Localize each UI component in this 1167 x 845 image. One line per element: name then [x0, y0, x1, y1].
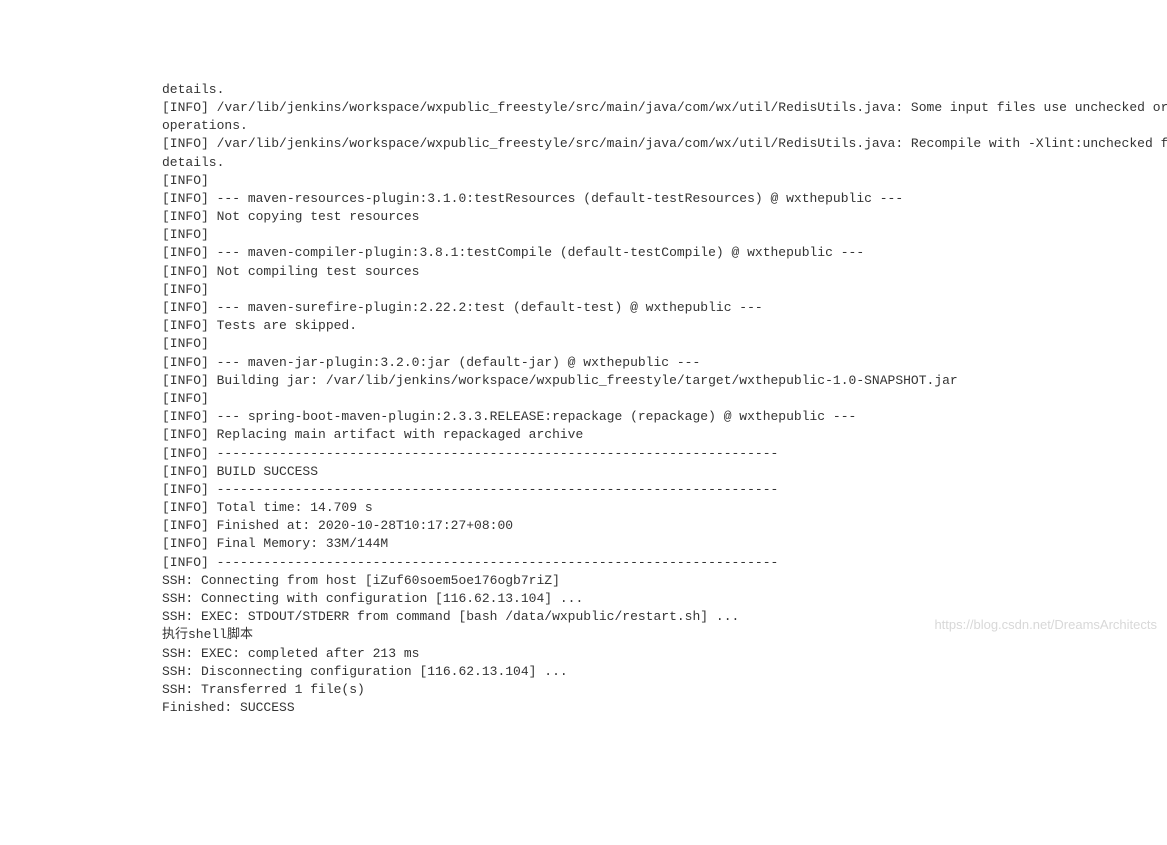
- console-line: SSH: EXEC: completed after 213 ms: [162, 645, 1167, 663]
- console-line: [INFO] BUILD SUCCESS: [162, 463, 1167, 481]
- console-line: [INFO] ---------------------------------…: [162, 445, 1167, 463]
- console-line: [INFO] ---------------------------------…: [162, 481, 1167, 499]
- console-line: [INFO] Not compiling test sources: [162, 263, 1167, 281]
- console-line: [INFO] ---------------------------------…: [162, 554, 1167, 572]
- console-line: [INFO]: [162, 390, 1167, 408]
- console-line: details.: [162, 81, 1167, 99]
- console-line: [INFO] Total time: 14.709 s: [162, 499, 1167, 517]
- console-line: [INFO] Replacing main artifact with repa…: [162, 426, 1167, 444]
- console-line: [INFO]: [162, 281, 1167, 299]
- console-line: [INFO]: [162, 172, 1167, 190]
- console-line: [INFO] Tests are skipped.: [162, 317, 1167, 335]
- console-line: SSH: Disconnecting configuration [116.62…: [162, 663, 1167, 681]
- console-line: operations.: [162, 117, 1167, 135]
- console-line: details.: [162, 154, 1167, 172]
- console-line: [INFO] /var/lib/jenkins/workspace/wxpubl…: [162, 135, 1167, 153]
- console-line: Finished: SUCCESS: [162, 699, 1167, 717]
- console-line: [INFO]: [162, 335, 1167, 353]
- console-line: [INFO] Not copying test resources: [162, 208, 1167, 226]
- console-line: [INFO] --- maven-jar-plugin:3.2.0:jar (d…: [162, 354, 1167, 372]
- console-line: [INFO] --- maven-compiler-plugin:3.8.1:t…: [162, 244, 1167, 262]
- console-line: [INFO] Final Memory: 33M/144M: [162, 535, 1167, 553]
- console-line: [INFO] --- maven-surefire-plugin:2.22.2:…: [162, 299, 1167, 317]
- console-line: SSH: Connecting from host [iZuf60soem5oe…: [162, 572, 1167, 590]
- watermark-text: https://blog.csdn.net/DreamsArchitects: [934, 616, 1157, 634]
- console-line: [INFO] Finished at: 2020-10-28T10:17:27+…: [162, 517, 1167, 535]
- console-line: [INFO] /var/lib/jenkins/workspace/wxpubl…: [162, 99, 1167, 117]
- console-line: SSH: Transferred 1 file(s): [162, 681, 1167, 699]
- console-line: [INFO]: [162, 226, 1167, 244]
- console-line: [INFO] Building jar: /var/lib/jenkins/wo…: [162, 372, 1167, 390]
- console-line: SSH: Connecting with configuration [116.…: [162, 590, 1167, 608]
- console-line: [INFO] --- maven-resources-plugin:3.1.0:…: [162, 190, 1167, 208]
- console-line: [INFO] --- spring-boot-maven-plugin:2.3.…: [162, 408, 1167, 426]
